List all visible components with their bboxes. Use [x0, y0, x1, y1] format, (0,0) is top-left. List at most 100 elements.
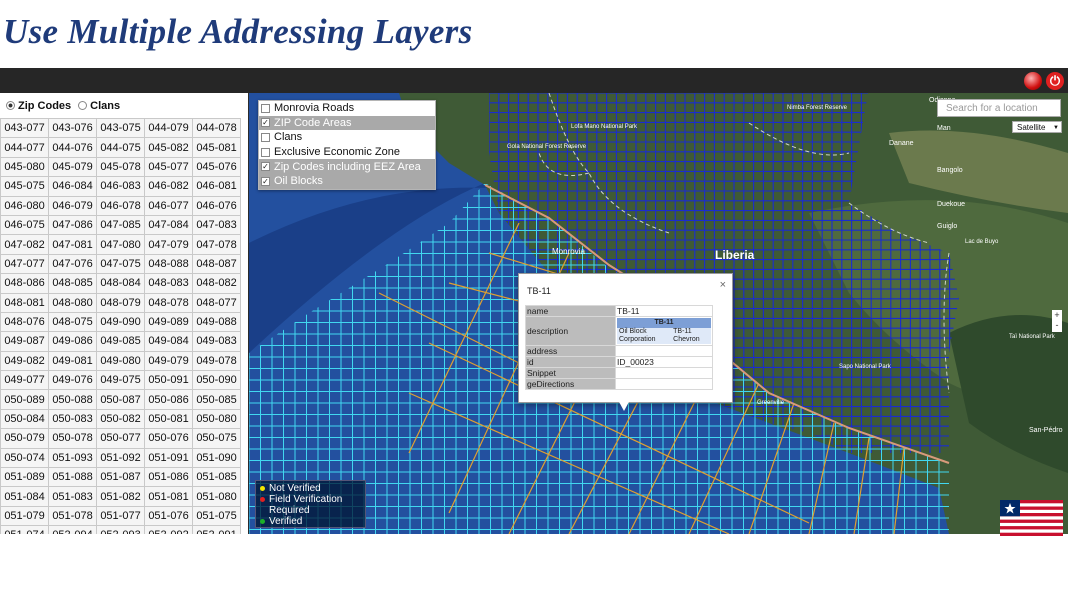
zip-code-cell[interactable]: 049-084: [144, 331, 193, 352]
zip-code-cell[interactable]: 043-076: [48, 117, 97, 139]
zip-code-cell[interactable]: 045-078: [96, 156, 145, 178]
zip-code-cell[interactable]: 051-078: [48, 505, 97, 527]
zip-code-cell[interactable]: 051-075: [192, 505, 241, 527]
zip-code-cell[interactable]: 049-080: [96, 350, 145, 372]
radio-icon[interactable]: [78, 101, 88, 110]
zip-code-cell[interactable]: 047-077: [0, 253, 49, 275]
zip-code-cell[interactable]: 051-090: [192, 447, 241, 469]
zip-code-cell[interactable]: 049-086: [48, 331, 97, 352]
zip-code-cell[interactable]: 051-091: [144, 447, 193, 469]
zip-code-cell[interactable]: 048-076: [0, 311, 49, 333]
zip-code-cell[interactable]: 048-081: [0, 292, 49, 313]
zip-code-cell[interactable]: 050-083: [48, 408, 97, 430]
zip-code-cell[interactable]: 050-075: [192, 428, 241, 449]
zip-code-cell[interactable]: 049-083: [192, 331, 241, 352]
zip-code-cell[interactable]: 044-077: [0, 137, 49, 158]
zip-code-cell[interactable]: 046-077: [144, 195, 193, 216]
zip-code-cell[interactable]: 047-075: [96, 253, 145, 275]
zip-code-cell[interactable]: 049-082: [0, 350, 49, 372]
zip-code-cell[interactable]: 051-087: [96, 467, 145, 488]
zip-code-cell[interactable]: 043-075: [96, 117, 145, 139]
zip-code-cell[interactable]: 049-079: [144, 350, 193, 372]
zip-code-cell[interactable]: 051-093: [48, 447, 97, 469]
zip-code-cell[interactable]: 051-077: [96, 505, 145, 527]
globe-icon[interactable]: [1024, 72, 1042, 90]
zip-code-cell[interactable]: 048-086: [0, 273, 49, 294]
layer-item[interactable]: ✓ Oil Blocks: [259, 173, 435, 189]
zip-code-cell[interactable]: 047-083: [192, 214, 241, 236]
zip-code-cell[interactable]: 050-086: [144, 389, 193, 410]
zoom-out-button[interactable]: -: [1052, 320, 1062, 330]
zip-code-cell[interactable]: 051-084: [0, 486, 49, 507]
zip-code-cell[interactable]: 049-090: [96, 311, 145, 333]
zip-code-cell[interactable]: 050-080: [192, 408, 241, 430]
zip-code-cell[interactable]: 046-081: [192, 176, 241, 197]
layer-item[interactable]: Exclusive Economic Zone: [259, 145, 435, 160]
zip-code-cell[interactable]: 049-085: [96, 331, 145, 352]
zip-code-cell[interactable]: 049-076: [48, 370, 97, 391]
zip-code-cell[interactable]: 050-088: [48, 389, 97, 410]
zip-code-cell[interactable]: 049-088: [192, 311, 241, 333]
zip-code-cell[interactable]: 046-082: [144, 176, 193, 197]
zip-code-cell[interactable]: 052-094: [48, 525, 97, 534]
zip-code-cell[interactable]: 051-085: [192, 467, 241, 488]
zip-code-cell[interactable]: 049-081: [48, 350, 97, 372]
zip-code-cell[interactable]: 044-075: [96, 137, 145, 158]
zoom-control[interactable]: + -: [1052, 310, 1062, 332]
checkbox-icon[interactable]: [261, 103, 270, 113]
layer-item[interactable]: Clans: [259, 130, 435, 145]
zip-code-cell[interactable]: 048-085: [48, 273, 97, 294]
zip-code-cell[interactable]: 045-077: [144, 156, 193, 178]
zip-code-cell[interactable]: 047-079: [144, 234, 193, 255]
zip-code-cell[interactable]: 046-083: [96, 176, 145, 197]
zip-code-cell[interactable]: 045-075: [0, 176, 49, 197]
layer-item[interactable]: Monrovia Roads: [259, 101, 435, 116]
zip-code-cell[interactable]: 051-082: [96, 486, 145, 507]
zip-code-cell[interactable]: 045-081: [192, 137, 241, 158]
zip-code-cell[interactable]: 047-080: [96, 234, 145, 255]
zip-code-cell[interactable]: 052-092: [144, 525, 193, 534]
zip-code-cell[interactable]: 050-091: [144, 370, 193, 391]
zip-code-cell[interactable]: 043-077: [0, 117, 49, 139]
location-search-input[interactable]: Search for a location: [937, 99, 1061, 117]
checkbox-icon[interactable]: [261, 132, 270, 142]
zip-code-cell[interactable]: 045-079: [48, 156, 97, 178]
zip-code-cell[interactable]: 050-089: [0, 389, 49, 410]
zip-code-cell[interactable]: 045-082: [144, 137, 193, 158]
zip-code-cell[interactable]: 051-088: [48, 467, 97, 488]
zip-code-cell[interactable]: 048-084: [96, 273, 145, 294]
zip-code-cell[interactable]: 047-078: [192, 234, 241, 255]
checkbox-icon[interactable]: ✓: [261, 118, 270, 128]
zip-code-cell[interactable]: 045-076: [192, 156, 241, 178]
zip-code-cell[interactable]: 046-075: [0, 214, 49, 236]
zip-code-cell[interactable]: 048-088: [144, 253, 193, 275]
zip-code-cell[interactable]: 051-086: [144, 467, 193, 488]
zip-code-cell[interactable]: 050-081: [144, 408, 193, 430]
map-type-select[interactable]: Satellite ▼: [1012, 121, 1062, 133]
zip-code-cell[interactable]: 051-079: [0, 505, 49, 527]
power-icon[interactable]: ⏻: [1046, 72, 1064, 90]
zip-code-cell[interactable]: 050-090: [192, 370, 241, 391]
zip-code-cell[interactable]: 049-077: [0, 370, 49, 391]
zip-code-cell[interactable]: 047-081: [48, 234, 97, 255]
clans-radio[interactable]: Clans: [78, 100, 120, 112]
zip-code-cell[interactable]: 047-085: [96, 214, 145, 236]
zip-code-cell[interactable]: 050-082: [96, 408, 145, 430]
zip-code-cell[interactable]: 048-078: [144, 292, 193, 313]
zip-code-cell[interactable]: 049-075: [96, 370, 145, 391]
zip-code-cell[interactable]: 049-089: [144, 311, 193, 333]
zip-code-cell[interactable]: 048-077: [192, 292, 241, 313]
zip-code-cell[interactable]: 052-093: [96, 525, 145, 534]
zip-code-cell[interactable]: 050-084: [0, 408, 49, 430]
zip-code-cell[interactable]: 051-080: [192, 486, 241, 507]
zip-code-cell[interactable]: 051-076: [144, 505, 193, 527]
zip-code-cell[interactable]: 048-082: [192, 273, 241, 294]
zip-code-cell[interactable]: 045-080: [0, 156, 49, 178]
zip-code-cell[interactable]: 051-083: [48, 486, 97, 507]
zip-code-cell[interactable]: 047-084: [144, 214, 193, 236]
zip-code-cell[interactable]: 050-087: [96, 389, 145, 410]
zip-code-cell[interactable]: 046-078: [96, 195, 145, 216]
zip-code-cell[interactable]: 046-079: [48, 195, 97, 216]
checkbox-icon[interactable]: ✓: [261, 162, 270, 172]
zip-code-cell[interactable]: 051-081: [144, 486, 193, 507]
